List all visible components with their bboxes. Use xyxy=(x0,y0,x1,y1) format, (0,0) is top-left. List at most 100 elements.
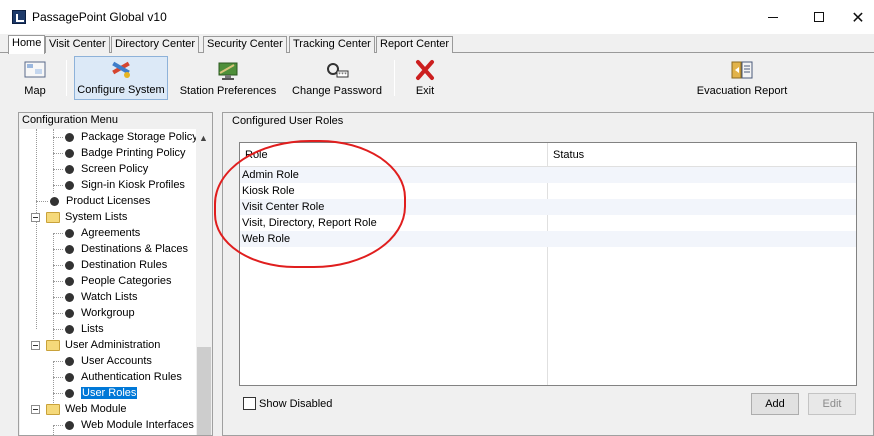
column-header-status[interactable]: Status xyxy=(553,149,584,161)
toolbar: Map Configure System Station Preferences xyxy=(4,54,870,102)
gear-icon xyxy=(65,164,74,174)
role-cell: Visit Center Role xyxy=(242,201,325,213)
maximize-button[interactable] xyxy=(796,0,842,34)
table-row[interactable]: Kiosk Role xyxy=(240,183,856,199)
collapse-icon[interactable] xyxy=(31,404,40,414)
show-disabled-toggle[interactable]: Show Disabled xyxy=(243,397,332,410)
tree-item-label: Sign-in Kiosk Profiles xyxy=(81,179,185,191)
tree-item-label: Product Licenses xyxy=(66,195,151,207)
tree-item-label: Badge Printing Policy xyxy=(81,147,186,159)
evacuation-report-button[interactable]: Evacuation Report xyxy=(692,56,792,100)
tree-item-web-module[interactable]: Web Module xyxy=(31,401,127,417)
table-row[interactable]: Visit Center Role xyxy=(240,199,856,215)
configuration-menu-title: Configuration Menu xyxy=(22,114,119,126)
tree-item-label: Web Module Interfaces xyxy=(81,419,194,431)
tree-item-sign-in-kiosk-profiles[interactable]: Sign-in Kiosk Profiles xyxy=(53,177,185,193)
configured-user-roles-panel: Configured User Roles Role Status Admin … xyxy=(222,112,874,436)
tree-connector xyxy=(53,232,63,234)
tree-item-label: Destination Rules xyxy=(81,259,168,271)
tree-item-web-module-interfaces[interactable]: Web Module Interfaces xyxy=(53,417,194,433)
tree-item-agreements[interactable]: Agreements xyxy=(53,225,140,241)
tree-item-label: Package Storage Policy xyxy=(81,131,196,143)
tree-item-user-accounts[interactable]: User Accounts xyxy=(53,353,152,369)
tree-item-system-lists[interactable]: System Lists xyxy=(31,209,127,225)
gear-icon xyxy=(50,196,59,206)
table-row[interactable]: Visit, Directory, Report Role xyxy=(240,215,856,231)
change-password-button[interactable]: *** Change Password xyxy=(288,56,386,100)
tree-item-package-storage-policy[interactable]: Package Storage Policy xyxy=(53,129,196,145)
role-cell: Web Role xyxy=(242,233,291,245)
svg-text:***: *** xyxy=(338,72,347,78)
tree-item-destinations-places[interactable]: Destinations & Places xyxy=(53,241,188,257)
collapse-icon[interactable] xyxy=(31,212,40,222)
role-cell: Visit, Directory, Report Role xyxy=(242,217,377,229)
close-button[interactable]: ✕ xyxy=(842,0,874,34)
tree-item-people-categories[interactable]: People Categories xyxy=(53,273,172,289)
tree-item-label: Web Module xyxy=(65,403,127,415)
tree-connector xyxy=(53,328,63,330)
tree-item-authentication-rules[interactable]: Authentication Rules xyxy=(53,369,182,385)
scrollbar-thumb[interactable] xyxy=(197,347,211,435)
gear-icon xyxy=(65,308,74,318)
edit-button[interactable]: Edit xyxy=(808,393,856,415)
title-bar: PassagePoint Global v10 ✕ xyxy=(0,0,874,34)
tree-item-screen-policy[interactable]: Screen Policy xyxy=(53,161,148,177)
tab-home[interactable]: Home xyxy=(8,35,46,54)
tab-security-center[interactable]: Security Center xyxy=(203,36,287,53)
gear-icon xyxy=(65,228,74,238)
folder-icon xyxy=(46,211,60,223)
table-row[interactable]: Admin Role xyxy=(240,167,856,183)
folder-icon xyxy=(46,339,60,351)
gear-icon xyxy=(65,260,74,270)
show-disabled-label: Show Disabled xyxy=(259,397,333,410)
gear-icon xyxy=(65,132,74,142)
configuration-menu-panel: Configuration Menu Package Storage Polic… xyxy=(18,112,213,436)
tree-item-badge-printing-policy[interactable]: Badge Printing Policy xyxy=(53,145,186,161)
add-button[interactable]: Add xyxy=(751,393,799,415)
app-window: PassagePoint Global v10 ✕ Home Visit Cen… xyxy=(0,0,874,436)
collapse-icon[interactable] xyxy=(31,340,40,350)
station-preferences-button[interactable]: Station Preferences xyxy=(176,56,280,100)
evacuation-report-label: Evacuation Report xyxy=(696,85,788,97)
panel-title: Configured User Roles xyxy=(232,115,344,127)
gear-icon xyxy=(65,356,74,366)
tree-connector xyxy=(53,168,63,170)
tab-report-center[interactable]: Report Center xyxy=(376,36,454,53)
configure-tools-icon xyxy=(112,61,130,78)
tab-visit-center[interactable]: Visit Center xyxy=(45,36,110,53)
tree-item-lists[interactable]: Lists xyxy=(53,321,104,337)
exit-button[interactable]: Exit xyxy=(404,56,446,100)
role-cell: Kiosk Role xyxy=(242,185,295,197)
tree-connector xyxy=(53,424,63,426)
tree-connector xyxy=(53,376,63,378)
tree-scrollbar[interactable]: ▲ xyxy=(196,129,212,435)
show-disabled-checkbox[interactable] xyxy=(243,397,256,410)
table-header: Role Status xyxy=(240,143,856,167)
column-header-role[interactable]: Role xyxy=(245,149,268,161)
evacuation-report-icon xyxy=(731,61,753,79)
tree-item-destination-rules[interactable]: Destination Rules xyxy=(53,257,167,273)
station-preferences-label: Station Preferences xyxy=(179,85,277,97)
tab-tracking-center[interactable]: Tracking Center xyxy=(289,36,375,53)
scroll-up-icon[interactable]: ▲ xyxy=(199,133,208,143)
tree-item-workgroup[interactable]: Workgroup xyxy=(53,305,135,321)
gear-icon xyxy=(65,276,74,286)
minimize-button[interactable] xyxy=(750,0,796,34)
exit-label: Exit xyxy=(415,85,435,97)
configure-system-button[interactable]: Configure System xyxy=(74,56,168,100)
tree-item-user-roles[interactable]: User Roles xyxy=(53,385,138,401)
tree-item-user-administration[interactable]: User Administration xyxy=(31,337,160,353)
tree-item-watch-lists[interactable]: Watch Lists xyxy=(53,289,137,305)
table-row[interactable]: Web Role xyxy=(240,231,856,247)
maximize-icon xyxy=(814,12,824,22)
configuration-tree[interactable]: Package Storage Policy Badge Printing Po… xyxy=(20,129,196,435)
tree-connector xyxy=(53,136,63,138)
tab-directory-center[interactable]: Directory Center xyxy=(111,36,200,53)
tree-guide-line xyxy=(36,129,37,329)
map-button[interactable]: Map xyxy=(8,56,62,100)
tree-connector xyxy=(36,200,48,202)
tree-item-product-licenses[interactable]: Product Licenses xyxy=(36,193,150,209)
tree-item-label: System Lists xyxy=(65,211,128,223)
tree-item-label: Workgroup xyxy=(81,307,135,319)
tree-connector xyxy=(53,392,63,394)
